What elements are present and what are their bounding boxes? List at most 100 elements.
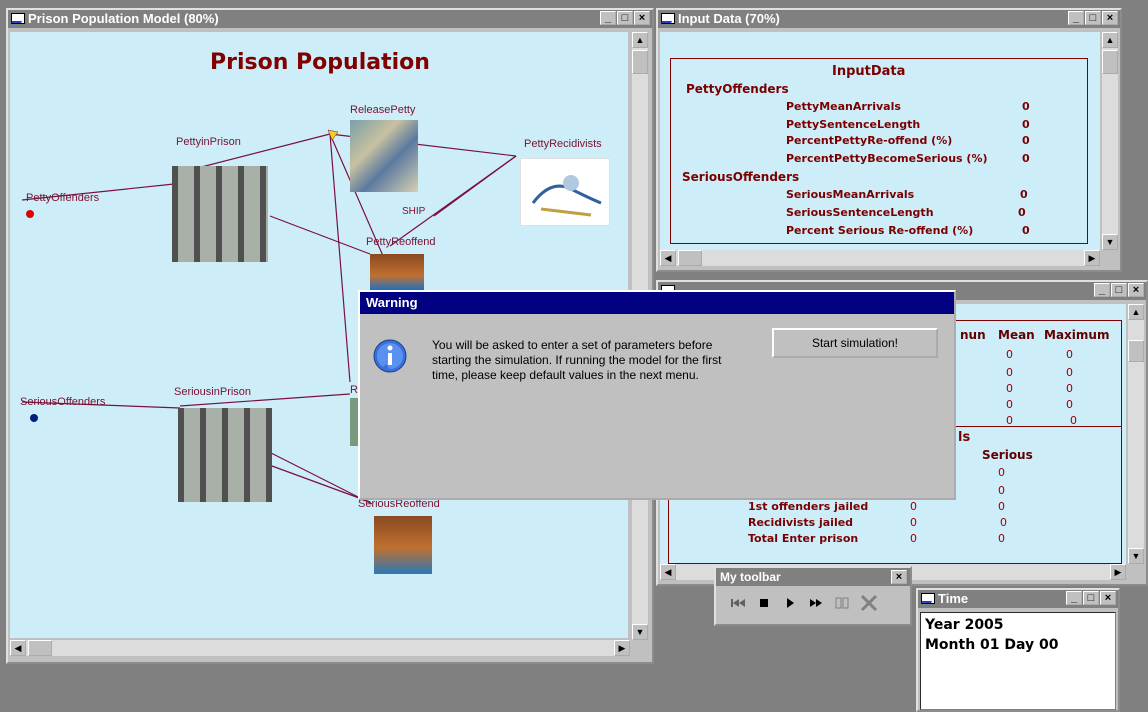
- input-param-label: PercentPettyBecomeSerious (%): [786, 152, 988, 165]
- scroll-thumb[interactable]: [28, 640, 52, 656]
- input-param-value[interactable]: 0: [1022, 100, 1030, 113]
- input-horizontal-scrollbar[interactable]: ◀ ▶: [660, 250, 1100, 266]
- stat-value: 0: [1066, 366, 1073, 379]
- maximize-button[interactable]: □: [1111, 283, 1127, 297]
- close-button[interactable]: ×: [634, 11, 650, 25]
- output-value: 0: [910, 500, 917, 513]
- input-vertical-scrollbar[interactable]: ▲ ▼: [1102, 32, 1118, 250]
- output-value: 0: [998, 484, 1005, 497]
- petty-prison-picture[interactable]: [172, 166, 268, 262]
- scroll-up-button[interactable]: ▲: [1102, 32, 1118, 48]
- minimize-button[interactable]: _: [1066, 591, 1082, 605]
- output-row-label: Recidivists jailed: [748, 516, 854, 529]
- model-horizontal-scrollbar[interactable]: ◀ ▶: [10, 640, 630, 656]
- time-window-titlebar[interactable]: Time _ □ ×: [918, 590, 1118, 608]
- recidivist-figure-icon: [531, 175, 602, 217]
- rewind-icon[interactable]: [730, 596, 746, 610]
- input-param-value[interactable]: 0: [1020, 188, 1028, 201]
- input-param-value[interactable]: 0: [1018, 206, 1026, 219]
- scroll-right-button[interactable]: ▶: [614, 640, 630, 656]
- stop-icon[interactable]: [756, 596, 772, 610]
- scroll-right-button[interactable]: ▶: [1084, 250, 1100, 266]
- scroll-down-button[interactable]: ▼: [632, 624, 648, 640]
- input-param-label: Percent Serious Re-offend (%): [786, 224, 974, 237]
- input-param-value[interactable]: 0: [1022, 152, 1030, 165]
- info-icon: [372, 338, 408, 374]
- petty-offenders-source[interactable]: [26, 210, 34, 218]
- col-serious-header: Serious: [982, 448, 1033, 462]
- release-petty-picture[interactable]: [350, 120, 418, 192]
- serious-offenders-label: SeriousOffenders: [20, 396, 106, 408]
- cancel-x-icon[interactable]: [860, 594, 878, 612]
- output-value: 0: [910, 516, 917, 529]
- scroll-thumb[interactable]: [632, 50, 648, 74]
- minimize-button[interactable]: _: [1094, 283, 1110, 297]
- toolbar-title: My toolbar: [720, 570, 781, 584]
- serious-offenders-header: SeriousOffenders: [682, 170, 800, 184]
- scroll-thumb[interactable]: [678, 250, 702, 266]
- scroll-down-button[interactable]: ▼: [1128, 548, 1144, 564]
- resize-grip[interactable]: [636, 646, 652, 662]
- col-mean-header: Mean: [998, 328, 1035, 342]
- col-max-header: Maximum: [1044, 328, 1110, 342]
- toolbar-close-button[interactable]: ×: [891, 570, 907, 584]
- output-row-label: Total Enter prison: [748, 532, 859, 545]
- serious-prison-picture[interactable]: [178, 408, 272, 502]
- maximize-button[interactable]: □: [1083, 591, 1099, 605]
- play-icon[interactable]: [782, 596, 798, 610]
- petty-recidivists-picture[interactable]: [520, 158, 610, 226]
- serious-offenders-source[interactable]: [30, 414, 38, 422]
- time-window-title: Time: [938, 591, 969, 606]
- output-value: 0: [1000, 516, 1007, 529]
- stat-value: 0: [1006, 382, 1013, 395]
- stat-value: 0: [1070, 414, 1077, 427]
- scroll-left-button[interactable]: ◀: [660, 564, 676, 580]
- toolbar-buttons: [730, 594, 878, 612]
- scroll-left-button[interactable]: ◀: [10, 640, 26, 656]
- pause-icon[interactable]: [834, 596, 850, 610]
- input-param-value[interactable]: 0: [1022, 224, 1030, 237]
- time-month-day: Month 01 Day 00: [925, 637, 1059, 653]
- minimize-button[interactable]: _: [1068, 11, 1084, 25]
- resize-grip[interactable]: [1104, 254, 1120, 270]
- input-param-value[interactable]: 0: [1022, 134, 1030, 147]
- minimize-button[interactable]: _: [600, 11, 616, 25]
- input-param-value[interactable]: 0: [1022, 118, 1030, 131]
- petty-reoffend-picture[interactable]: [370, 254, 424, 290]
- stat-value: 0: [1006, 398, 1013, 411]
- scroll-thumb[interactable]: [1102, 50, 1118, 74]
- model-window-titlebar[interactable]: Prison Population Model (80%) _ □ ×: [8, 10, 652, 28]
- serious-in-prison-label: SeriousinPrison: [174, 386, 252, 398]
- petty-recidivists-label: PettyRecidivists: [524, 138, 602, 150]
- close-button[interactable]: ×: [1128, 283, 1144, 297]
- time-window: Time _ □ × Year 2005 Month 01 Day 00: [916, 588, 1120, 712]
- input-data-title: InputData: [832, 64, 906, 79]
- stat-value: 0: [1006, 366, 1013, 379]
- warning-dialog: Warning You will be asked to enter a set…: [358, 290, 956, 500]
- stat-value: 0: [1006, 348, 1013, 361]
- scroll-up-button[interactable]: ▲: [632, 32, 648, 48]
- scroll-up-button[interactable]: ▲: [1128, 304, 1144, 320]
- input-param-label: SeriousMeanArrivals: [786, 188, 915, 201]
- scroll-thumb[interactable]: [1128, 340, 1144, 362]
- release-petty-label: ReleasePetty: [350, 104, 416, 116]
- scroll-left-button[interactable]: ◀: [660, 250, 676, 266]
- input-data-window: Input Data (70%) _ □ × InputData PettyOf…: [656, 8, 1122, 272]
- stat-value: 0: [1066, 398, 1073, 411]
- maximize-button[interactable]: □: [617, 11, 633, 25]
- time-display: Year 2005 Month 01 Day 00: [920, 612, 1116, 710]
- toolbar-titlebar[interactable]: My toolbar ×: [716, 568, 910, 586]
- close-button[interactable]: ×: [1102, 11, 1118, 25]
- petty-in-prison-label: PettyinPrison: [176, 136, 241, 148]
- input-param-label: SeriousSentenceLength: [786, 206, 934, 219]
- close-button[interactable]: ×: [1100, 591, 1116, 605]
- maximize-button[interactable]: □: [1085, 11, 1101, 25]
- serious-reoffend-picture[interactable]: [374, 516, 432, 574]
- input-window-titlebar[interactable]: Input Data (70%) _ □ ×: [658, 10, 1120, 28]
- start-simulation-button[interactable]: Start simulation!: [772, 328, 938, 358]
- scroll-down-button[interactable]: ▼: [1102, 234, 1118, 250]
- output-vertical-scrollbar[interactable]: ▲ ▼: [1128, 304, 1144, 564]
- scroll-right-button[interactable]: ▶: [1110, 564, 1126, 580]
- warning-dialog-title[interactable]: Warning: [360, 292, 954, 314]
- fast-forward-icon[interactable]: [808, 596, 824, 610]
